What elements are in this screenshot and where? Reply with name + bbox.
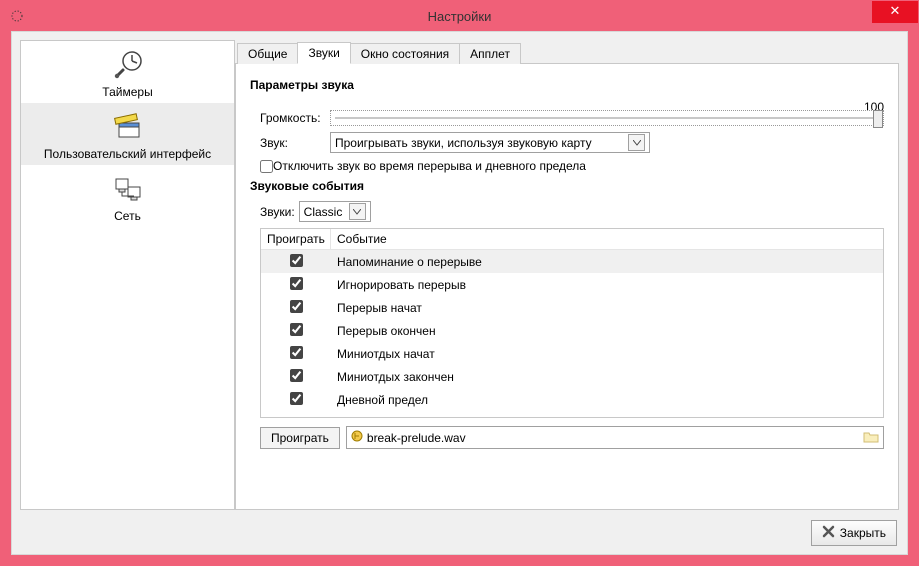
event-label: Напоминание о перерыве bbox=[331, 255, 883, 269]
event-label: Игнорировать перерыв bbox=[331, 278, 883, 292]
event-label: Перерыв начат bbox=[331, 301, 883, 315]
sound-output-select[interactable]: Проигрывать звуки, используя звуковую ка… bbox=[330, 132, 650, 153]
tab-strip: Общие Звуки Окно состояния Апплет bbox=[235, 40, 899, 64]
client-area: Таймеры Пользовательский интерфейс Сеть bbox=[11, 31, 908, 555]
event-play-checkbox[interactable] bbox=[290, 392, 303, 405]
sound-file-name: break-prelude.wav bbox=[367, 431, 466, 445]
titlebar[interactable]: Настройки ✕ bbox=[1, 1, 918, 31]
event-play-checkbox[interactable] bbox=[290, 300, 303, 313]
ruler-window-icon bbox=[112, 111, 144, 143]
sound-output-label: Звук: bbox=[260, 136, 330, 150]
tab-sounds[interactable]: Звуки bbox=[297, 42, 350, 64]
mute-on-break-label: Отключить звук во время перерыва и дневн… bbox=[273, 159, 586, 173]
event-label: Дневной предел bbox=[331, 393, 883, 407]
tab-general[interactable]: Общие bbox=[237, 43, 298, 64]
events-list[interactable]: Проиграть Событие Напоминание о перерыве… bbox=[260, 228, 884, 418]
event-play-checkbox[interactable] bbox=[290, 254, 303, 267]
body: Таймеры Пользовательский интерфейс Сеть bbox=[20, 40, 899, 510]
events-header: Проиграть Событие bbox=[261, 229, 883, 250]
settings-window: Настройки ✕ Таймеры Пользовательский инт… bbox=[0, 0, 919, 566]
clock-icon bbox=[112, 49, 144, 81]
slider-thumb[interactable] bbox=[873, 110, 883, 128]
sidebar-item-label: Пользовательский интерфейс bbox=[25, 147, 230, 161]
sidebar-item-timers[interactable]: Таймеры bbox=[21, 41, 234, 103]
volume-slider[interactable] bbox=[330, 110, 884, 126]
sounds-pane: Параметры звука 100 Громкость: Звук: Про… bbox=[235, 64, 899, 510]
event-play-checkbox[interactable] bbox=[290, 346, 303, 359]
mute-on-break-checkbox[interactable] bbox=[260, 160, 273, 173]
sound-file-field[interactable]: break-prelude.wav bbox=[346, 426, 884, 449]
play-button[interactable]: Проиграть bbox=[260, 427, 340, 449]
category-sidebar[interactable]: Таймеры Пользовательский интерфейс Сеть bbox=[20, 40, 235, 510]
close-x-icon bbox=[822, 525, 835, 541]
event-play-checkbox[interactable] bbox=[290, 369, 303, 382]
sidebar-item-network[interactable]: Сеть bbox=[21, 165, 234, 227]
sidebar-item-ui[interactable]: Пользовательский интерфейс bbox=[21, 103, 234, 165]
event-play-checkbox[interactable] bbox=[290, 277, 303, 290]
tab-applet[interactable]: Апплет bbox=[459, 43, 521, 64]
section-sound-params: Параметры звука bbox=[250, 78, 884, 92]
event-row[interactable]: Игнорировать перерыв bbox=[261, 273, 883, 296]
event-label: Миниотдых закончен bbox=[331, 370, 883, 384]
chevron-down-icon bbox=[349, 203, 366, 220]
browse-icon[interactable] bbox=[863, 430, 879, 446]
event-row[interactable]: Напоминание о перерыве bbox=[261, 250, 883, 273]
close-button[interactable]: Закрыть bbox=[811, 520, 897, 546]
section-sound-events: Звуковые события bbox=[250, 179, 884, 193]
chevron-down-icon bbox=[628, 134, 645, 151]
event-label: Перерыв окончен bbox=[331, 324, 883, 338]
tab-status-window[interactable]: Окно состояния bbox=[350, 43, 460, 64]
sidebar-item-label: Сеть bbox=[25, 209, 230, 223]
event-label: Миниотдых начат bbox=[331, 347, 883, 361]
sidebar-item-label: Таймеры bbox=[25, 85, 230, 99]
dialog-footer: Закрыть bbox=[811, 520, 897, 546]
close-icon: ✕ bbox=[890, 3, 901, 18]
event-row[interactable]: Перерыв окончен bbox=[261, 319, 883, 342]
event-row[interactable]: Перерыв начат bbox=[261, 296, 883, 319]
event-play-checkbox[interactable] bbox=[290, 323, 303, 336]
col-play[interactable]: Проиграть bbox=[261, 229, 331, 249]
volume-label: Громкость: bbox=[260, 111, 330, 125]
event-row[interactable]: Дневной предел bbox=[261, 388, 883, 411]
event-row[interactable]: Миниотдых закончен bbox=[261, 365, 883, 388]
event-row[interactable]: Миниотдых начат bbox=[261, 342, 883, 365]
sounds-theme-label: Звуки: bbox=[260, 205, 295, 219]
sounds-theme-select[interactable]: Classic bbox=[299, 201, 371, 222]
col-event[interactable]: Событие bbox=[331, 229, 883, 249]
content: Общие Звуки Окно состояния Апплет Параме… bbox=[235, 40, 899, 510]
app-icon bbox=[9, 8, 25, 24]
audio-file-icon bbox=[351, 430, 363, 445]
network-icon bbox=[112, 173, 144, 205]
window-close-button[interactable]: ✕ bbox=[872, 1, 918, 23]
window-title: Настройки bbox=[1, 9, 918, 24]
